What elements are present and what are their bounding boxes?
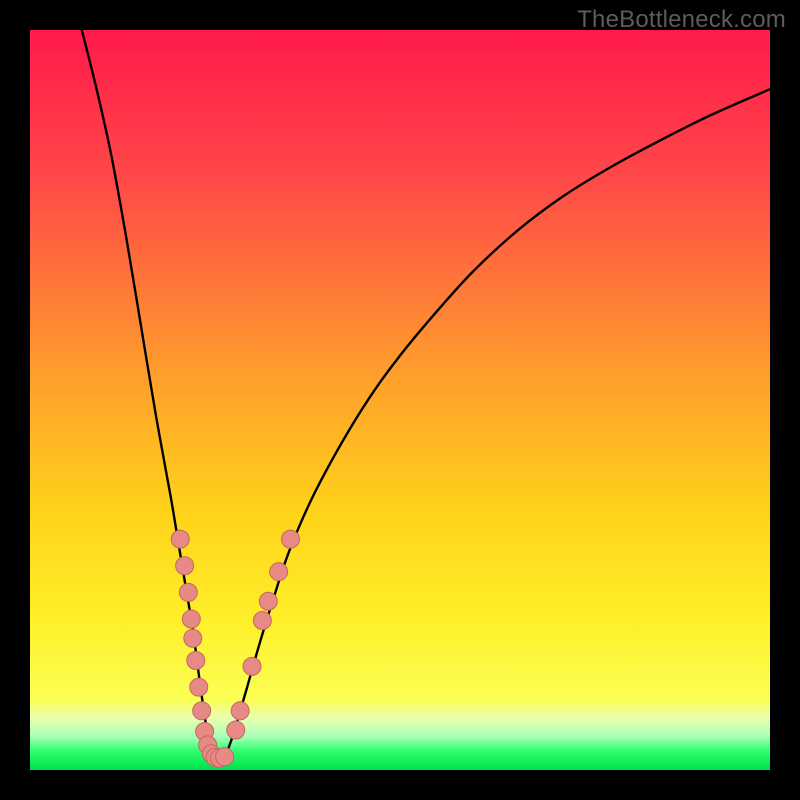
- data-point: [253, 612, 271, 630]
- data-point: [193, 702, 211, 720]
- data-point: [231, 702, 249, 720]
- data-point: [259, 592, 277, 610]
- data-point: [190, 678, 208, 696]
- data-point: [216, 748, 234, 766]
- data-point: [184, 629, 202, 647]
- data-point: [179, 583, 197, 601]
- bottleneck-curve-chart: [0, 0, 800, 800]
- data-point: [270, 563, 288, 581]
- chart-frame: TheBottleneck.com: [0, 0, 800, 800]
- data-point: [227, 721, 245, 739]
- data-point: [182, 610, 200, 628]
- data-point: [187, 651, 205, 669]
- data-point: [243, 657, 261, 675]
- data-point: [171, 530, 189, 548]
- watermark-text: TheBottleneck.com: [577, 6, 786, 34]
- data-point: [176, 557, 194, 575]
- data-point: [281, 530, 299, 548]
